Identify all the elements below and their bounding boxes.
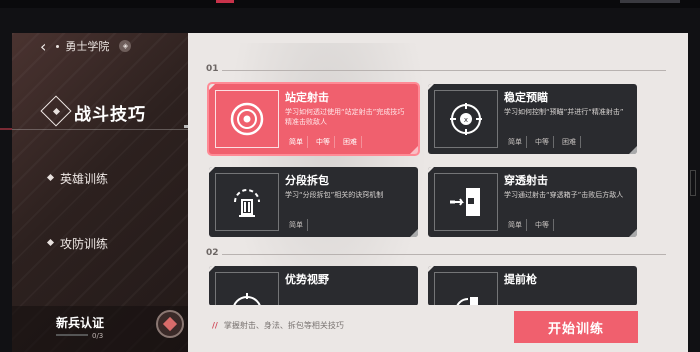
difficulty-tags: 简单 中等 困难 <box>504 136 581 148</box>
footer-hint: // 掌握射击、身法、拆包等相关技巧 <box>212 320 344 331</box>
breadcrumb: ‹ 勇士学院 ◈ <box>40 37 132 56</box>
panel-texture <box>12 33 188 352</box>
nav-item-attack-defense-training[interactable]: 攻防训练 <box>12 233 188 253</box>
svg-text:x: x <box>464 116 468 124</box>
card-title: 穿透射击 <box>504 174 548 187</box>
nav-item-label: 战斗技巧 <box>74 105 146 125</box>
nav-item-hero-training[interactable]: 英雄训练 <box>12 168 188 188</box>
certification-progress-bar <box>56 334 88 336</box>
target-icon <box>215 90 279 148</box>
top-accent-mark <box>216 0 234 3</box>
card-title: 站定射击 <box>285 91 329 104</box>
card-title: 稳定预瞄 <box>504 91 548 104</box>
section-label: 01 <box>206 64 219 74</box>
difficulty-tag: 困难 <box>558 136 581 148</box>
difficulty-tag: 中等 <box>531 219 554 231</box>
difficulty-tags: 简单 中等 困难 <box>285 136 362 148</box>
training-card[interactable]: 提前枪 <box>428 266 637 306</box>
difficulty-tag: 简单 <box>285 136 308 148</box>
nav-item-label: 英雄训练 <box>60 172 109 186</box>
aim-bot-icon: x <box>434 90 498 148</box>
wall-penetration-icon <box>434 173 498 231</box>
card-description: 学习如何透过使用“站定射击”完成技巧精准击败敌人 <box>285 108 405 126</box>
divider <box>12 129 188 130</box>
difficulty-tags: 简单 中等 <box>504 219 554 231</box>
difficulty-tag: 简单 <box>504 136 527 148</box>
training-card[interactable]: x 稳定预瞄 学习如何控制“预瞄”并进行“精准射击” 简单 中等 困难 <box>428 84 637 154</box>
certification-label: 新兵认证 <box>56 316 105 330</box>
card-description: 学习“分段拆包”相关的诀窍机制 <box>285 191 384 199</box>
start-training-button[interactable]: 开始训练 <box>514 311 638 343</box>
section-divider <box>222 254 666 255</box>
card-title: 优势视野 <box>285 273 329 286</box>
training-card[interactable]: 站定射击 学习如何透过使用“站定射击”完成技巧精准击败敌人 简单 中等 困难 <box>209 84 418 154</box>
nav-item-combat-skills[interactable]: 战斗技巧 <box>12 95 188 131</box>
difficulty-tag: 简单 <box>504 219 527 231</box>
slash-icon: // <box>212 321 218 330</box>
footer-hint-text: 掌握射击、身法、拆包等相关技巧 <box>223 321 344 330</box>
difficulty-tag: 中等 <box>531 136 554 148</box>
target-icon <box>215 272 279 306</box>
nav-item-label: 攻防训练 <box>60 237 109 251</box>
top-dash <box>620 0 680 3</box>
training-card[interactable]: 分段拆包 学习“分段拆包”相关的诀窍机制 简单 <box>209 167 418 237</box>
difficulty-tag: 简单 <box>285 219 308 231</box>
training-card[interactable]: 穿透射击 学习通过射击“穿透箱子”击败后方敌人 简单 中等 <box>428 167 637 237</box>
back-icon[interactable]: ‹ <box>40 37 46 56</box>
card-title: 提前枪 <box>504 273 537 286</box>
left-decoration <box>0 128 12 130</box>
difficulty-tag: 困难 <box>339 136 362 148</box>
side-notch <box>690 170 696 196</box>
peek-icon <box>434 272 498 306</box>
section-divider <box>222 70 666 71</box>
page-title: 勇士学院 <box>65 40 110 53</box>
diamond-icon <box>46 173 55 182</box>
top-bar <box>0 0 700 8</box>
recruit-certification[interactable]: 新兵认证 0/3 <box>12 306 188 352</box>
training-card[interactable]: 优势视野 <box>209 266 418 306</box>
diamond-icon <box>46 238 55 247</box>
card-title: 分段拆包 <box>285 174 329 187</box>
info-badge-icon[interactable]: ◈ <box>119 40 132 52</box>
card-description: 学习如何控制“预瞄”并进行“精准射击” <box>504 108 624 116</box>
dot-icon <box>56 44 60 48</box>
certification-progress: 0/3 <box>92 332 104 340</box>
rank-emblem-icon[interactable] <box>156 310 184 338</box>
section-label: 02 <box>206 248 219 258</box>
left-nav-panel <box>12 33 188 352</box>
bomb-defuse-icon <box>215 173 279 231</box>
card-description: 学习通过射击“穿透箱子”击败后方敌人 <box>504 191 624 199</box>
difficulty-tags: 简单 <box>285 219 308 231</box>
difficulty-tag: 中等 <box>312 136 335 148</box>
